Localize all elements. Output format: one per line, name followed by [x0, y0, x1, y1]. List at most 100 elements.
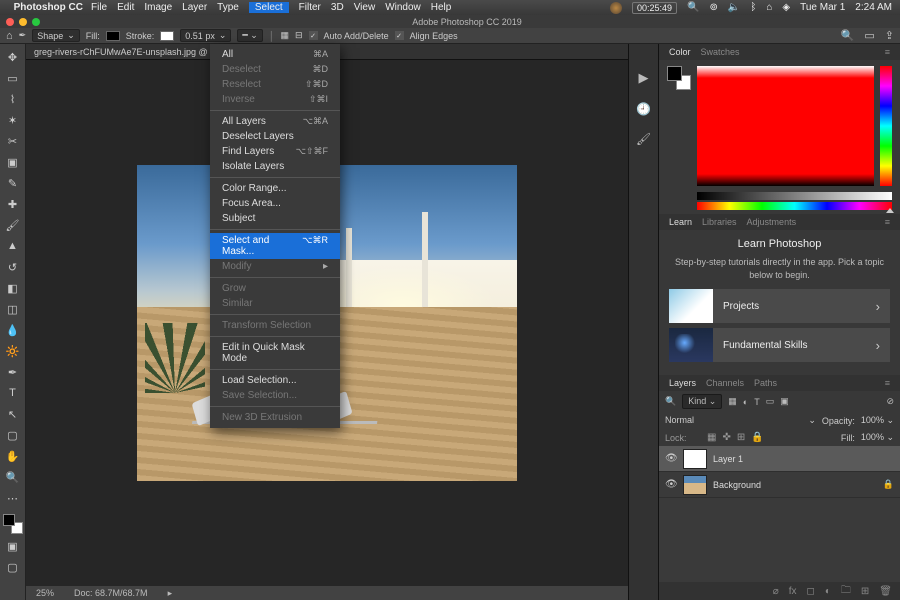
menu-item-select-and-mask[interactable]: Select and Mask...⌥⌘R [210, 233, 340, 259]
filter-adjust-icon[interactable]: ◐ [743, 397, 748, 407]
layer-name[interactable]: Layer 1 [713, 454, 743, 464]
menubar-window[interactable]: Window [385, 2, 421, 13]
panel-menu-icon[interactable]: ≡ [885, 47, 890, 57]
visibility-icon[interactable]: 👁 [665, 479, 677, 490]
menu-item-subject[interactable]: Subject [210, 211, 340, 226]
cc-icon[interactable]: ⌂ [766, 2, 772, 13]
menu-item-all-layers[interactable]: All Layers⌥⌘A [210, 114, 340, 129]
zoom-level[interactable]: 25% [36, 588, 54, 598]
doc-size[interactable]: Doc: 68.7M/68.7M [74, 588, 148, 598]
tab-paths[interactable]: Paths [754, 378, 777, 388]
lock-position-icon[interactable]: ✜ [722, 432, 730, 443]
menu-item-all[interactable]: All⌘A [210, 47, 340, 62]
layer-row[interactable]: 👁Background🔒 [659, 472, 900, 498]
crop-tool[interactable]: ✂ [4, 132, 22, 150]
workspace-icon[interactable]: ▭ [864, 29, 874, 42]
healing-tool[interactable]: ✚ [4, 195, 22, 213]
home-icon[interactable]: ⌂ [6, 30, 13, 42]
edit-toolbar[interactable]: ⋯ [4, 489, 22, 507]
menubar-edit[interactable]: Edit [117, 2, 134, 13]
spotlight-icon[interactable]: 🔍 [687, 2, 699, 13]
stroke-swatch[interactable] [160, 31, 174, 41]
brush-tool[interactable]: 🖌 [4, 216, 22, 234]
dodge-tool[interactable]: 🔆 [4, 342, 22, 360]
app-name[interactable]: Photoshop CC [14, 2, 83, 13]
blend-mode-select[interactable]: Normal ⌄ [665, 415, 816, 426]
minimize-window-button[interactable] [19, 18, 27, 26]
menu-item-find-layers[interactable]: Find Layers⌥⇧⌘F [210, 144, 340, 159]
menu-item-load-selection[interactable]: Load Selection... [210, 373, 340, 388]
pen-tool-icon[interactable]: ✒ [19, 30, 27, 41]
marquee-tool[interactable]: ▭ [4, 69, 22, 87]
alignment-icon[interactable]: ⊟ [295, 30, 303, 41]
layer-thumbnail[interactable] [683, 449, 707, 469]
lock-pixels-icon[interactable]: ▦ [707, 432, 716, 443]
adjustment-layer-icon[interactable]: ◐ [825, 586, 831, 597]
menu-item-edit-in-quick-mask-mode[interactable]: Edit in Quick Mask Mode [210, 340, 340, 366]
fill-opacity-input[interactable]: 100% ⌄ [861, 432, 894, 443]
tab-layers[interactable]: Layers [669, 378, 696, 388]
history-panel-icon[interactable]: 🕘 [636, 102, 651, 116]
bluetooth-icon[interactable]: ᛒ [750, 2, 756, 13]
hand-tool[interactable]: ✋ [4, 447, 22, 465]
brush-panel-icon[interactable]: 🖌 [636, 132, 651, 146]
dropbox-icon[interactable]: ◈ [782, 2, 790, 13]
stroke-width-input[interactable]: 0.51 px ⌄ [180, 29, 231, 42]
tool-mode-select[interactable]: Shape ⌄ [32, 29, 80, 42]
move-tool[interactable]: ✥ [4, 48, 22, 66]
filter-icon[interactable]: 🔍 [665, 396, 676, 407]
menu-item-color-range[interactable]: Color Range... [210, 181, 340, 196]
panel-menu-icon[interactable]: ≡ [885, 217, 890, 227]
quick-mask-toggle[interactable]: ▣ [4, 537, 22, 555]
grayscale-ramp[interactable] [697, 192, 892, 200]
align-edges-checkbox[interactable]: ✓ [395, 31, 404, 40]
menubar-select[interactable]: Select [249, 2, 289, 13]
foreground-background-swatch[interactable] [3, 514, 23, 534]
search-icon[interactable]: 🔍 [841, 29, 855, 42]
new-layer-icon[interactable]: ⊞ [861, 586, 869, 597]
layer-row[interactable]: 👁Layer 1 [659, 446, 900, 472]
status-arrow-icon[interactable]: ▸ [168, 588, 173, 599]
stamp-tool[interactable]: ▲ [4, 237, 22, 255]
tab-adjustments[interactable]: Adjustments [747, 217, 797, 227]
filter-smart-icon[interactable]: ▣ [780, 396, 789, 407]
menubar-layer[interactable]: Layer [182, 2, 207, 13]
tab-learn[interactable]: Learn [669, 217, 692, 227]
tab-color[interactable]: Color [669, 47, 691, 57]
gradient-tool[interactable]: ◫ [4, 300, 22, 318]
learn-card-fundamentals[interactable]: Fundamental Skills › [669, 328, 890, 362]
expand-panels-icon[interactable]: ▶ [639, 70, 649, 86]
menu-item-isolate-layers[interactable]: Isolate Layers [210, 159, 340, 174]
menubar-view[interactable]: View [354, 2, 376, 13]
color-fg-bg-swatch[interactable] [667, 66, 691, 90]
tab-channels[interactable]: Channels [706, 378, 744, 388]
filter-shape-icon[interactable]: ▭ [766, 396, 775, 407]
lock-all-icon[interactable]: 🔒 [751, 432, 763, 443]
layer-filter-select[interactable]: Kind ⌄ [682, 394, 722, 409]
layer-name[interactable]: Background [713, 480, 761, 490]
menubar-image[interactable]: Image [144, 2, 172, 13]
hue-ramp[interactable] [697, 202, 892, 210]
eraser-tool[interactable]: ◧ [4, 279, 22, 297]
menubar-time[interactable]: 2:24 AM [855, 2, 892, 13]
type-tool[interactable]: T [4, 384, 22, 402]
quick-select-tool[interactable]: ✶ [4, 111, 22, 129]
menu-item-deselect-layers[interactable]: Deselect Layers [210, 129, 340, 144]
filter-type-icon[interactable]: T [754, 397, 760, 407]
tab-libraries[interactable]: Libraries [702, 217, 737, 227]
lasso-tool[interactable]: ⌇ [4, 90, 22, 108]
menu-item-focus-area[interactable]: Focus Area... [210, 196, 340, 211]
auto-add-delete-checkbox[interactable]: ✓ [309, 31, 318, 40]
pen-tool[interactable]: ✒ [4, 363, 22, 381]
volume-icon[interactable]: 🔈 [728, 2, 740, 13]
eyedropper-tool[interactable]: ✎ [4, 174, 22, 192]
menubar-3d[interactable]: 3D [331, 2, 344, 13]
fill-swatch[interactable] [106, 31, 120, 41]
menubar-help[interactable]: Help [431, 2, 452, 13]
layer-thumbnail[interactable] [683, 475, 707, 495]
zoom-window-button[interactable] [32, 18, 40, 26]
path-ops-icon[interactable]: ▦ [280, 30, 289, 41]
canvas[interactable]: All⌘ADeselect⌘DReselect⇧⌘DInverse⇧⌘IAll … [26, 60, 628, 586]
filter-toggle[interactable]: ⊘ [886, 396, 894, 407]
share-icon[interactable]: ⇪ [885, 29, 894, 42]
